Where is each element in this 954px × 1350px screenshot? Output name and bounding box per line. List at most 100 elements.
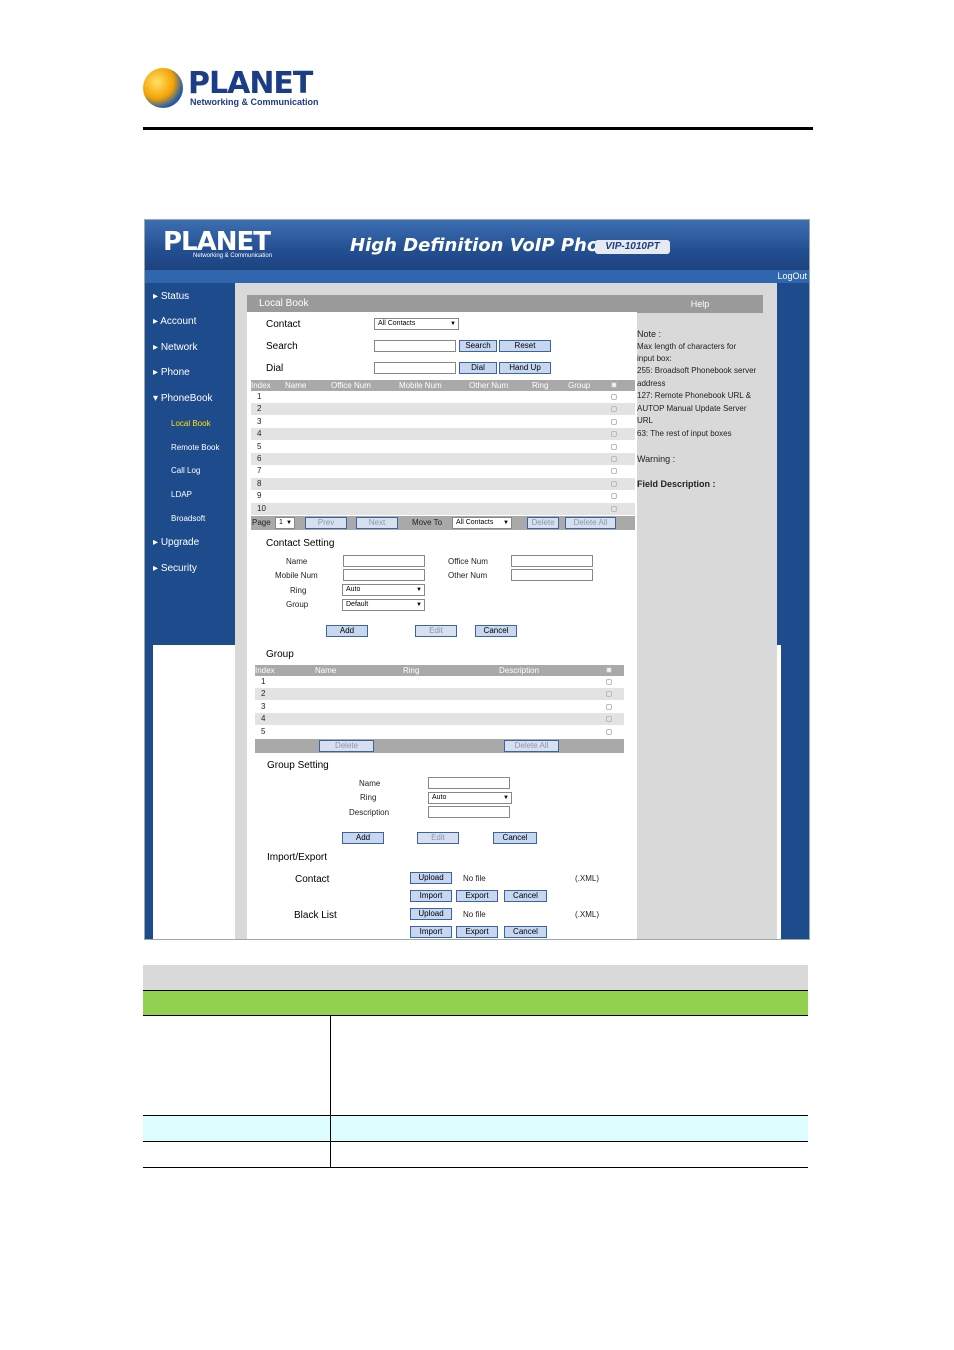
office-num-input[interactable] (511, 555, 593, 567)
row-checkbox[interactable] (611, 506, 617, 512)
row-checkbox[interactable] (606, 704, 612, 710)
contact-add-button[interactable]: Add (326, 625, 368, 637)
sidebar-lower (145, 645, 235, 939)
contact-ring-select[interactable]: Auto (342, 584, 425, 596)
sidebar-sub-broadsoft[interactable]: Broadsoft (171, 514, 205, 523)
group-name-label: Name (359, 779, 381, 788)
mobile-num-input[interactable] (343, 569, 425, 581)
row-checkbox[interactable] (611, 431, 617, 437)
help-line: input box: (637, 354, 672, 363)
banner-brand-sub: Networking & Communication (193, 253, 273, 259)
search-button[interactable]: Search (459, 340, 497, 352)
contact-edit-button[interactable]: Edit (415, 625, 457, 637)
model-badge: VIP-1010PT (595, 240, 670, 254)
sidebar-sub-call-log[interactable]: Call Log (171, 466, 200, 475)
group-name-input[interactable] (428, 777, 510, 789)
dial-input[interactable] (374, 362, 456, 374)
hand-up-button[interactable]: Hand Up (499, 362, 551, 374)
contact-group-select[interactable]: Default (342, 599, 425, 611)
table-row: 3 (255, 701, 624, 713)
group-delete-all-button[interactable]: Delete All (504, 740, 559, 752)
row-checkbox[interactable] (611, 493, 617, 499)
right-edge (777, 283, 809, 939)
row-checkbox[interactable] (611, 394, 617, 400)
sidebar-item-account[interactable]: ▸ Account (153, 316, 196, 327)
doc-table-row (143, 1116, 808, 1142)
row-checkbox[interactable] (606, 691, 612, 697)
dial-button[interactable]: Dial (459, 362, 497, 374)
contact-import-button[interactable]: Import (410, 890, 452, 902)
group-ring-select[interactable]: Auto (428, 792, 512, 804)
web-ui-screenshot: PLANET Networking & Communication High D… (144, 219, 810, 940)
table-row: 4 (255, 713, 624, 725)
blacklist-file-type: (.XML) (575, 910, 599, 919)
prev-button[interactable]: Prev (305, 517, 347, 529)
mobile-num-label: Mobile Num (275, 571, 318, 580)
sidebar-item-phonebook[interactable]: ▾ PhoneBook (153, 393, 213, 404)
dial-label: Dial (266, 363, 284, 374)
blacklist-upload-button[interactable]: Upload (410, 908, 452, 920)
sidebar-item-security[interactable]: ▸ Security (153, 563, 197, 574)
contact-export-button[interactable]: Export (456, 890, 498, 902)
help-line: URL (637, 416, 654, 425)
table-row: 1 (251, 391, 635, 403)
row-checkbox[interactable] (611, 481, 617, 487)
row-checkbox[interactable] (611, 419, 617, 425)
contact-setting-title: Contact Setting (266, 538, 335, 549)
move-to-select[interactable]: All Contacts (452, 517, 512, 529)
contact-ie-cancel-button[interactable]: Cancel (504, 890, 547, 902)
blacklist-import-button[interactable]: Import (410, 926, 452, 938)
sidebar-item-status[interactable]: ▸ Status (153, 291, 189, 302)
sidebar-item-upgrade[interactable]: ▸ Upgrade (153, 537, 199, 548)
help-line: Max length of characters for (637, 342, 737, 351)
table-row: 4 (251, 428, 635, 440)
contact-label: Contact (266, 319, 301, 330)
logout-link[interactable]: LogOut (777, 271, 807, 281)
row-checkbox[interactable] (611, 456, 617, 462)
group-select-all-checkbox[interactable] (606, 667, 612, 673)
blacklist-cancel-button[interactable]: Cancel (504, 926, 547, 938)
sidebar-sub-ldap[interactable]: LDAP (171, 490, 192, 499)
select-all-checkbox[interactable] (611, 382, 617, 388)
group-cancel-button[interactable]: Cancel (493, 832, 537, 844)
group-title: Group (266, 649, 294, 660)
sidebar-sub-remote-book[interactable]: Remote Book (171, 443, 219, 452)
sidebar-item-network[interactable]: ▸ Network (153, 342, 198, 353)
ie-contact-label: Contact (295, 874, 330, 885)
row-checkbox[interactable] (606, 729, 612, 735)
name-label: Name (286, 557, 308, 566)
group-add-button[interactable]: Add (342, 832, 384, 844)
sidebar-item-phone[interactable]: ▸ Phone (153, 367, 190, 378)
ring-label: Ring (290, 586, 307, 595)
help-line: AUTOP Manual Update Server (637, 404, 747, 413)
page-select[interactable]: 1 (275, 517, 295, 529)
other-num-input[interactable] (511, 569, 593, 581)
group-setting-title: Group Setting (267, 760, 329, 771)
contact-select[interactable]: All Contacts (374, 318, 459, 330)
row-checkbox[interactable] (611, 468, 617, 474)
group-delete-button[interactable]: Delete (319, 740, 374, 752)
contacts-table-header: Index Name Office Num Mobile Num Other N… (251, 380, 635, 391)
group-edit-button[interactable]: Edit (417, 832, 459, 844)
contact-upload-button[interactable]: Upload (410, 872, 452, 884)
row-checkbox[interactable] (606, 716, 612, 722)
doc-table-row (143, 1142, 808, 1168)
contact-name-input[interactable] (343, 555, 425, 567)
contact-cancel-button[interactable]: Cancel (475, 625, 517, 637)
doc-table-section-row (143, 990, 808, 1016)
delete-all-button[interactable]: Delete All (565, 517, 616, 529)
black-list-label: Black List (294, 910, 337, 921)
sidebar-sub-local-book[interactable]: Local Book (171, 419, 211, 428)
local-book-panel: Local Book Contact All Contacts Search S… (247, 295, 639, 939)
next-button[interactable]: Next (356, 517, 398, 529)
table-row: 7 (251, 465, 635, 477)
reset-button[interactable]: Reset (499, 340, 551, 352)
delete-button[interactable]: Delete (527, 517, 559, 529)
row-checkbox[interactable] (611, 406, 617, 412)
group-description-input[interactable] (428, 806, 510, 818)
row-checkbox[interactable] (611, 444, 617, 450)
group-description-label: Description (349, 808, 390, 817)
blacklist-export-button[interactable]: Export (456, 926, 498, 938)
search-input[interactable] (374, 340, 456, 352)
row-checkbox[interactable] (606, 679, 612, 685)
